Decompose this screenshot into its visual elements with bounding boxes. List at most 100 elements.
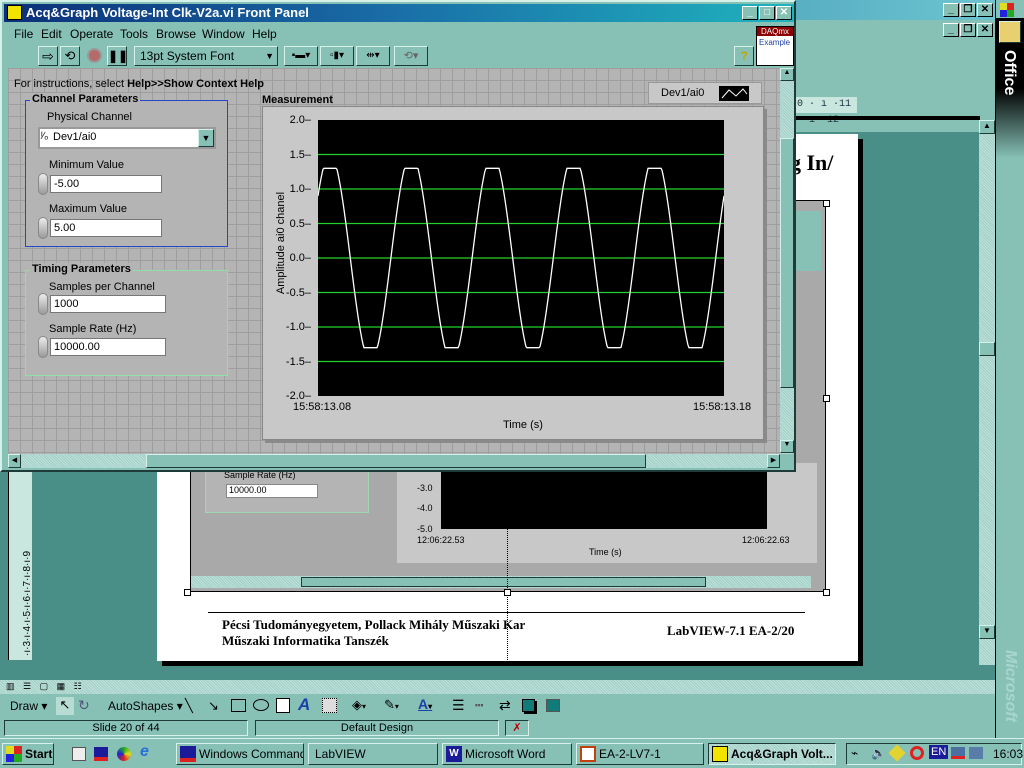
align-objects-icon[interactable]: ▪▬▾ (284, 46, 318, 66)
scroll-thumb[interactable] (146, 454, 646, 468)
scroll-down-button[interactable]: ▼ (979, 625, 995, 639)
dash-style-icon[interactable]: ┅ (475, 697, 483, 714)
max-value-input[interactable]: 5.00 (50, 219, 162, 237)
menu-edit[interactable]: Edit (41, 27, 62, 41)
fill-color-icon[interactable]: ◈▾ (352, 697, 366, 713)
pause-icon[interactable]: ❚❚ (107, 46, 128, 66)
close-button[interactable]: ✕ (977, 3, 993, 17)
min-value-input[interactable]: -5.00 (50, 175, 162, 193)
lv-minimize-button[interactable]: _ (742, 6, 758, 20)
labview-app-icon[interactable] (7, 5, 22, 20)
quicklaunch-mediaplayer-icon[interactable] (117, 747, 131, 761)
arrow-style-icon[interactable]: ⇄ (499, 697, 511, 714)
scroll-down-button[interactable]: ▼ (780, 440, 794, 453)
draw-menu[interactable]: Draw ▾ (10, 699, 47, 713)
task-ea-2-lv7-1[interactable]: EA-2-LV7-1 (576, 743, 704, 765)
menu-browse[interactable]: Browse (156, 27, 196, 41)
lv-maximize-button[interactable]: □ (759, 6, 775, 20)
wordart-icon[interactable]: A (298, 695, 310, 715)
oval-icon[interactable] (253, 699, 269, 711)
abort-icon[interactable] (87, 48, 102, 63)
selection-handle[interactable] (823, 200, 830, 207)
menu-operate[interactable]: Operate (70, 27, 113, 41)
lv-close-button[interactable]: ✕ (776, 6, 792, 20)
samples-per-channel-stepper[interactable] (38, 293, 48, 315)
slide-vertical-scrollbar[interactable]: ▲ ▼ (979, 120, 995, 665)
quicklaunch-ie-icon[interactable]: e (140, 743, 149, 761)
sample-rate-stepper[interactable] (38, 336, 48, 358)
usb-icon[interactable]: ⌁ (851, 746, 858, 760)
doc-minimize-button[interactable]: _ (943, 23, 959, 37)
plot-legend[interactable]: Dev1/ai0 (648, 82, 762, 104)
selection-handle[interactable] (504, 589, 511, 596)
volume-icon[interactable]: 🔈 (871, 746, 886, 760)
task-acq-graph[interactable]: Acq&Graph Volt... (708, 743, 836, 765)
plot-area[interactable] (318, 120, 724, 396)
select-arrow-icon[interactable]: ↖ (56, 697, 74, 715)
line-icon[interactable]: ╲ (185, 698, 193, 714)
scroll-up-button[interactable]: ▲ (979, 120, 995, 134)
restore-button[interactable]: ❐ (960, 3, 976, 17)
scroll-thumb[interactable] (979, 342, 995, 356)
doc-restore-button[interactable]: ❐ (960, 23, 976, 37)
office-label: Office (1001, 50, 1018, 96)
office-logo-icon[interactable] (1000, 3, 1014, 17)
floppy-icon (180, 746, 196, 762)
physical-channel-select[interactable]: ᴵ⁄ₒ Dev1/ai0 ▼ (38, 127, 216, 149)
shadow-icon[interactable] (522, 699, 535, 712)
max-value-stepper[interactable] (38, 217, 48, 239)
autoshapes-menu[interactable]: AutoShapes ▾ (108, 699, 183, 713)
scroll-right-button[interactable]: ▶ (767, 454, 780, 468)
menu-window[interactable]: Window (202, 27, 245, 41)
scroll-thumb[interactable] (780, 138, 794, 388)
samples-per-channel-input[interactable]: 1000 (50, 295, 166, 313)
line-style-icon[interactable]: ☰ (452, 697, 465, 714)
selection-handle[interactable] (823, 589, 830, 596)
quicklaunch-notepad-icon[interactable] (72, 747, 86, 761)
run-arrow-icon[interactable]: ⇨ (38, 46, 58, 66)
rectangle-icon[interactable] (231, 699, 246, 712)
network-icon[interactable] (951, 747, 965, 759)
scroll-up-button[interactable]: ▲ (780, 68, 794, 81)
selection-handle[interactable] (823, 395, 830, 402)
language-indicator[interactable]: EN (929, 745, 949, 759)
minimize-button[interactable]: _ (943, 3, 959, 17)
run-continuously-icon[interactable]: ⟲ (60, 46, 80, 66)
task-labview[interactable]: LabVIEW (308, 743, 438, 765)
resize-objects-icon[interactable]: ⇹▾ (356, 46, 390, 66)
doc-close-button[interactable]: ✕ (977, 23, 993, 37)
min-value-stepper[interactable] (38, 173, 48, 195)
3d-icon[interactable] (546, 699, 560, 712)
autoshapes-label: AutoShapes (108, 699, 174, 713)
start-button[interactable]: Start (2, 743, 54, 765)
clipart-icon[interactable] (322, 698, 337, 713)
lv-vertical-scrollbar[interactable]: ▲ ▼ (780, 68, 794, 454)
tray-diamond-icon[interactable] (888, 744, 906, 762)
arrow-icon[interactable]: ↘ (208, 698, 219, 714)
office-folder-icon[interactable] (999, 21, 1021, 43)
font-color-icon[interactable]: A▾ (418, 696, 432, 712)
distribute-objects-icon[interactable]: ▫▮▾ (320, 46, 354, 66)
help-icon[interactable]: ? (734, 46, 754, 66)
menu-help[interactable]: Help (252, 27, 277, 41)
task-microsoft-word[interactable]: W Microsoft Word (442, 743, 572, 765)
task-windows-command[interactable]: Windows Command... (176, 743, 304, 765)
rotate-icon[interactable]: ↻ (78, 697, 90, 714)
line-color-icon[interactable]: ✎▾ (384, 697, 399, 713)
quicklaunch-floppy-icon[interactable] (94, 747, 108, 761)
menu-file[interactable]: File (14, 27, 33, 41)
selection-handle[interactable] (184, 589, 191, 596)
spellcheck-icon[interactable]: ✗ (505, 720, 529, 736)
tray-no-icon[interactable] (910, 746, 924, 760)
network2-icon[interactable] (969, 747, 983, 759)
textbox-icon[interactable] (276, 698, 290, 713)
reorder-icon[interactable]: ⟲▾ (394, 46, 428, 66)
view-mode-icons[interactable]: ▥ ☰ ▢ ▦ ☷ (6, 681, 85, 692)
lv-horizontal-scrollbar[interactable]: ◀ ▶ (8, 454, 780, 468)
scroll-left-button[interactable]: ◀ (8, 454, 21, 468)
sample-rate-input[interactable]: 10000.00 (50, 338, 166, 356)
chevron-down-icon[interactable]: ▼ (198, 129, 214, 147)
menu-tools[interactable]: Tools (120, 27, 148, 41)
labview-title-bar[interactable]: Acq&Graph Voltage-Int Clk-V2a.vi Front P… (4, 4, 794, 22)
font-selector[interactable]: 13pt System Font ▼ (134, 46, 278, 66)
